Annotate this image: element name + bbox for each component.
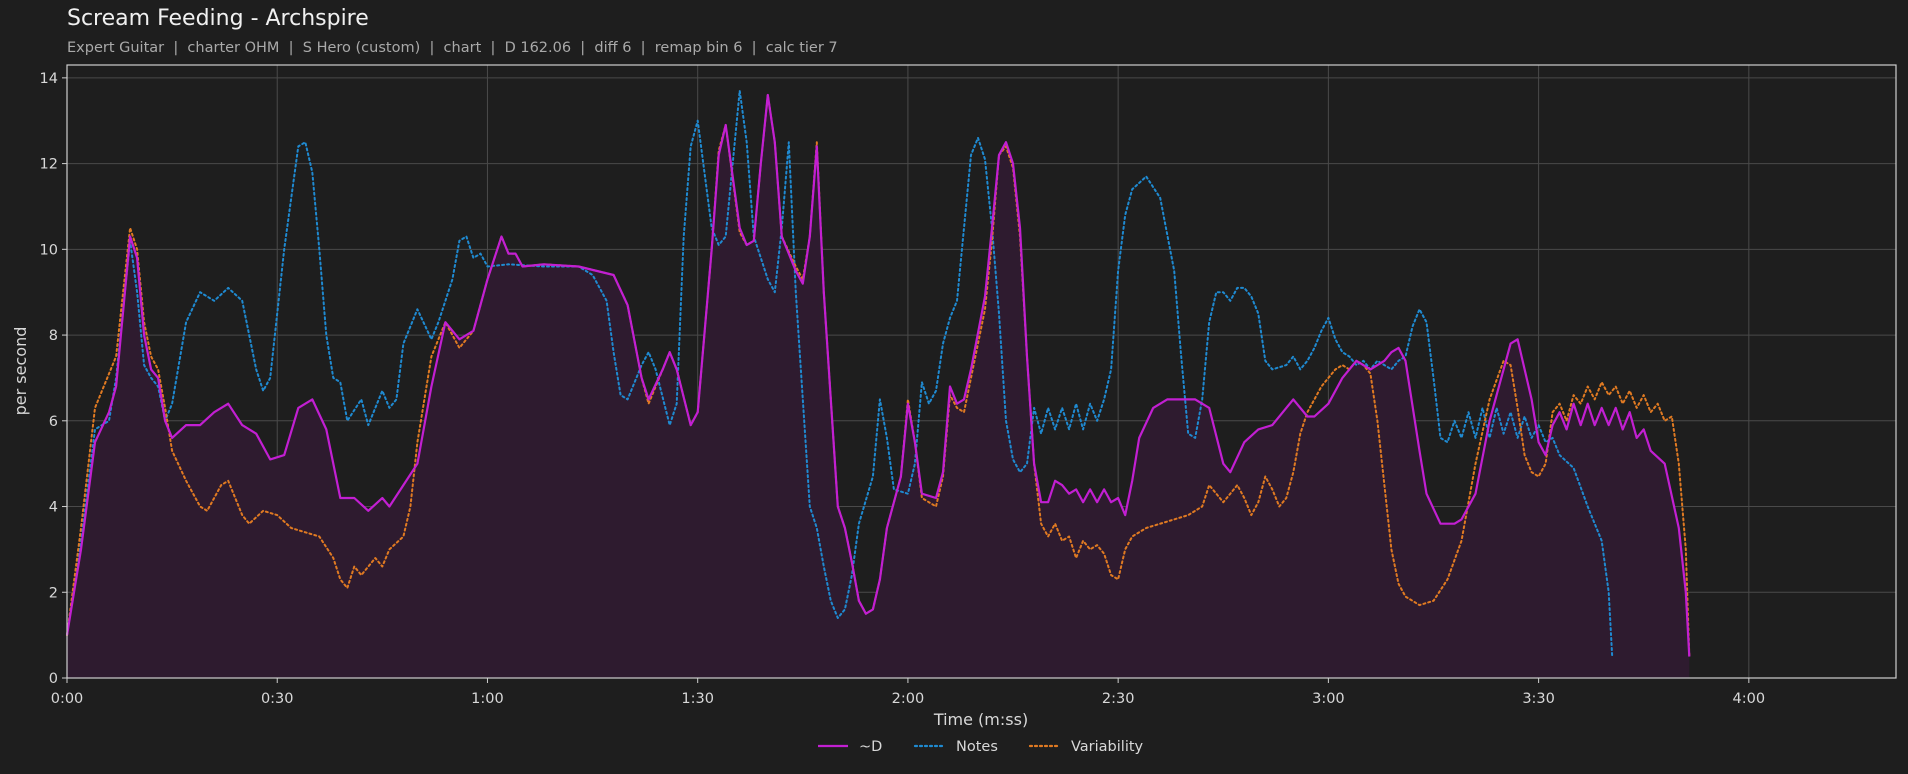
x-tick-label: 0:00	[51, 691, 84, 707]
x-tick-label: 2:30	[1102, 691, 1135, 707]
x-tick-label: 3:30	[1522, 691, 1555, 707]
y-axis-label: per second	[11, 327, 30, 416]
x-tick-label: 4:00	[1733, 691, 1766, 707]
y-tick-label: 14	[40, 71, 58, 87]
x-tick-label: 3:00	[1312, 691, 1345, 707]
x-axis-label: Time (m:ss)	[933, 710, 1028, 729]
x-tick-label: 2:00	[892, 691, 925, 707]
line-chart: 0:00 0:30 1:00 1:30 2:00 2:30 3:00 3:30 4:00 0 2 4…	[11, 64, 1897, 755]
y-axis: 0 2 4 6 8 10 12 14	[40, 71, 67, 687]
y-tick-label: 12	[40, 157, 58, 173]
legend-label: ~D	[859, 739, 882, 755]
y-tick-label: 10	[40, 242, 58, 258]
x-tick-label: 1:30	[681, 691, 714, 707]
x-tick-label: 1:00	[471, 691, 504, 707]
legend: ~D Notes Variability	[818, 739, 1144, 755]
legend-label: Variability	[1071, 739, 1144, 755]
y-tick-label: 2	[49, 585, 58, 601]
x-axis: 0:00 0:30 1:00 1:30 2:00 2:30 3:00 3:30 4:00	[51, 678, 1765, 707]
y-tick-label: 0	[49, 671, 58, 687]
y-tick-label: 4	[49, 500, 58, 516]
legend-label: Notes	[956, 739, 998, 755]
y-tick-label: 8	[49, 328, 58, 344]
x-tick-label: 0:30	[261, 691, 294, 707]
y-tick-label: 6	[49, 414, 58, 430]
